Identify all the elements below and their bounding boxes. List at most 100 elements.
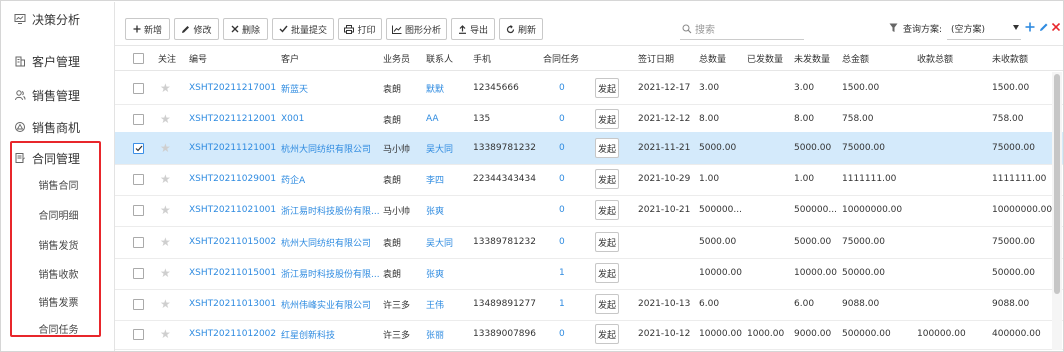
task-count[interactable]: 0 [559, 72, 565, 104]
sidebar-item-opportunity[interactable]: 销售商机 [2, 113, 115, 141]
contact-link[interactable]: 吴大同 [426, 132, 453, 164]
select-all-cell[interactable] [133, 47, 144, 70]
refresh-button[interactable]: 刷新 [499, 18, 543, 40]
star-icon[interactable]: ★ [160, 112, 171, 126]
customer-link[interactable]: 药企A [281, 163, 305, 195]
row-checkbox[interactable] [133, 236, 144, 248]
star-icon[interactable]: ★ [160, 266, 171, 280]
edit-button[interactable]: 修改 [174, 18, 219, 40]
contract-id-link[interactable]: XSHT20211212001 [189, 103, 276, 135]
search-input[interactable]: 搜索 [680, 18, 804, 40]
task-count[interactable]: 0 [559, 226, 565, 258]
row-checkbox[interactable] [133, 298, 144, 310]
column-header-total-qty[interactable]: 总数量 [699, 47, 726, 70]
customer-link[interactable]: X001 [281, 103, 304, 135]
add-button[interactable]: 新增 [125, 18, 170, 40]
star-icon[interactable]: ★ [160, 297, 171, 311]
close-icon[interactable] [1052, 23, 1060, 31]
task-count[interactable]: 0 [559, 163, 565, 195]
customer-link[interactable]: 浙江易时科技股份有限... [281, 194, 380, 226]
print-button[interactable]: 打印 [338, 18, 382, 40]
table-row[interactable]: ★ XSHT20211217001 新蓝天 袁朗 默默 12345666 0 发… [115, 72, 1063, 105]
batch-submit-button[interactable]: 批量提交 [272, 18, 334, 40]
task-count[interactable]: 0 [559, 103, 565, 135]
column-header-task[interactable]: 合同任务 [543, 47, 579, 70]
column-header-total-amount[interactable]: 总金额 [842, 47, 869, 70]
select-all-checkbox[interactable] [133, 53, 144, 64]
column-header-customer[interactable]: 客户 [281, 47, 299, 70]
contact-link[interactable]: 张丽 [426, 319, 444, 349]
column-header-phone[interactable]: 手机 [473, 47, 491, 70]
launch-button[interactable]: 发起 [595, 232, 619, 252]
column-header-unreceived[interactable]: 未收款额 [992, 47, 1028, 70]
contract-id-link[interactable]: XSHT20211021001 [189, 194, 276, 226]
task-count[interactable]: 1 [559, 288, 565, 320]
contract-id-link[interactable]: XSHT20211029001 [189, 163, 276, 195]
row-checkbox[interactable] [133, 204, 144, 216]
customer-link[interactable]: 杭州大同纺织有限公司 [281, 226, 371, 258]
row-checkbox[interactable] [133, 267, 144, 279]
column-header-sign-date[interactable]: 签订日期 [638, 47, 674, 70]
contact-link[interactable]: AA [426, 103, 439, 135]
star-icon[interactable]: ★ [160, 172, 171, 186]
customer-link[interactable]: 杭州大同纺织有限公司 [281, 132, 371, 164]
contract-id-link[interactable]: XSHT20211013001 [189, 288, 276, 320]
pencil-icon[interactable] [1039, 22, 1049, 32]
row-checkbox[interactable] [133, 173, 144, 185]
customer-link[interactable]: 红星创新科技 [281, 319, 335, 349]
table-row[interactable]: ★ XSHT20211013001 杭州伟峰实业有限公司 许三多 王伟 1348… [115, 288, 1063, 321]
row-checkbox[interactable] [133, 328, 144, 340]
column-header-sent-qty[interactable]: 已发数量 [747, 47, 783, 70]
column-header-salesman[interactable]: 业务员 [383, 47, 410, 70]
column-header-follow[interactable]: 关注 [158, 47, 176, 70]
customer-link[interactable]: 浙江易时科技股份有限... [281, 257, 380, 289]
customer-link[interactable]: 杭州伟峰实业有限公司 [281, 288, 371, 320]
table-row[interactable]: ★ XSHT20211015001 浙江易时科技股份有限... 袁朗 张爽 1 … [115, 257, 1063, 290]
sidebar-item-decision-analysis[interactable]: 决策分析 [2, 5, 115, 33]
task-count[interactable]: 1 [559, 257, 565, 289]
filter-icon[interactable] [889, 23, 898, 33]
star-icon[interactable]: ★ [160, 235, 171, 249]
contract-id-link[interactable]: XSHT20211015001 [189, 257, 276, 289]
column-header-received[interactable]: 收款总额 [917, 47, 953, 70]
table-row[interactable]: ★ XSHT20211029001 药企A 袁朗 李四 22344343434 … [115, 163, 1063, 196]
row-checkbox-checked[interactable] [133, 142, 144, 154]
star-icon[interactable]: ★ [160, 327, 171, 341]
sidebar-item-sales[interactable]: 销售管理 [2, 81, 115, 109]
table-row-selected[interactable]: ★ XSHT20211121001 杭州大同纺织有限公司 马小帅 吴大同 133… [115, 132, 1063, 165]
task-count[interactable]: 0 [559, 319, 565, 349]
launch-button[interactable]: 发起 [595, 109, 619, 129]
chart-analysis-button[interactable]: 图形分析 [386, 18, 447, 40]
vertical-scrollbar-thumb[interactable] [1054, 74, 1060, 294]
column-header-contact[interactable]: 联系人 [426, 47, 453, 70]
sidebar-item-customer[interactable]: 客户管理 [2, 47, 115, 75]
query-scheme-select[interactable]: (空方案) [947, 18, 1021, 40]
export-button[interactable]: 导出 [451, 18, 495, 40]
contact-link[interactable]: 王伟 [426, 288, 444, 320]
table-row[interactable]: ★ XSHT20211012002 红星创新科技 许三多 张丽 13389007… [115, 319, 1063, 350]
contract-id-link[interactable]: XSHT20211012002 [189, 319, 276, 349]
table-row[interactable]: ★ XSHT20211015002 杭州大同纺织有限公司 袁朗 吴大同 1338… [115, 226, 1063, 259]
launch-button[interactable]: 发起 [595, 138, 619, 158]
customer-link[interactable]: 新蓝天 [281, 72, 308, 104]
launch-button[interactable]: 发起 [595, 324, 619, 344]
row-checkbox[interactable] [133, 82, 144, 94]
task-count[interactable]: 0 [559, 132, 565, 164]
contact-link[interactable]: 张爽 [426, 257, 444, 289]
row-checkbox[interactable] [133, 113, 144, 125]
task-count[interactable]: 0 [559, 194, 565, 226]
contact-link[interactable]: 李四 [426, 163, 444, 195]
contract-id-link[interactable]: XSHT20211015002 [189, 226, 276, 258]
launch-button[interactable]: 发起 [595, 294, 619, 314]
table-row[interactable]: ★ XSHT20211021001 浙江易时科技股份有限... 马小帅 张爽 0… [115, 194, 1063, 227]
launch-button[interactable]: 发起 [595, 78, 619, 98]
contact-link[interactable]: 吴大同 [426, 226, 453, 258]
plus-icon[interactable] [1025, 22, 1035, 32]
delete-button[interactable]: 删除 [223, 18, 268, 40]
star-icon[interactable]: ★ [160, 203, 171, 217]
launch-button[interactable]: 发起 [595, 200, 619, 220]
column-header-id[interactable]: 编号 [189, 47, 207, 70]
launch-button[interactable]: 发起 [595, 169, 619, 189]
contact-link[interactable]: 张爽 [426, 194, 444, 226]
contract-id-link[interactable]: XSHT20211217001 [189, 72, 276, 104]
